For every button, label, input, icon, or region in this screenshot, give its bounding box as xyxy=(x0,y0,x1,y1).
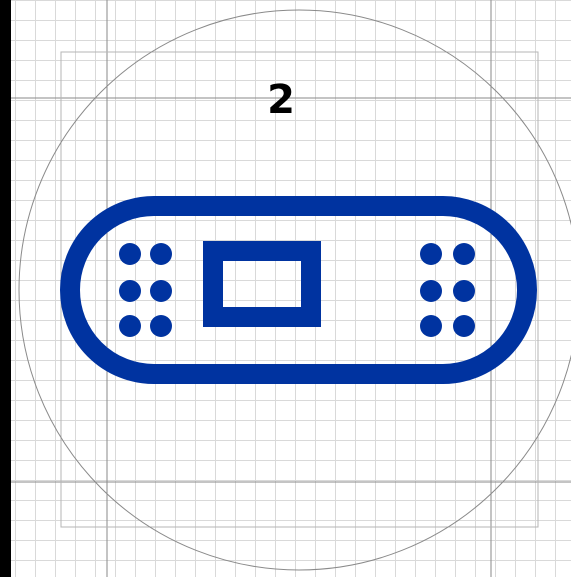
step-number: 2 xyxy=(267,77,295,123)
adhesive-bandage-icon xyxy=(60,196,537,384)
grid-panel: 2 xyxy=(11,0,571,577)
bandage-pad xyxy=(203,241,321,327)
bandage-holes-right xyxy=(420,243,475,337)
icon-canvas: 2 xyxy=(0,0,571,577)
bandage-holes-left xyxy=(119,243,172,337)
